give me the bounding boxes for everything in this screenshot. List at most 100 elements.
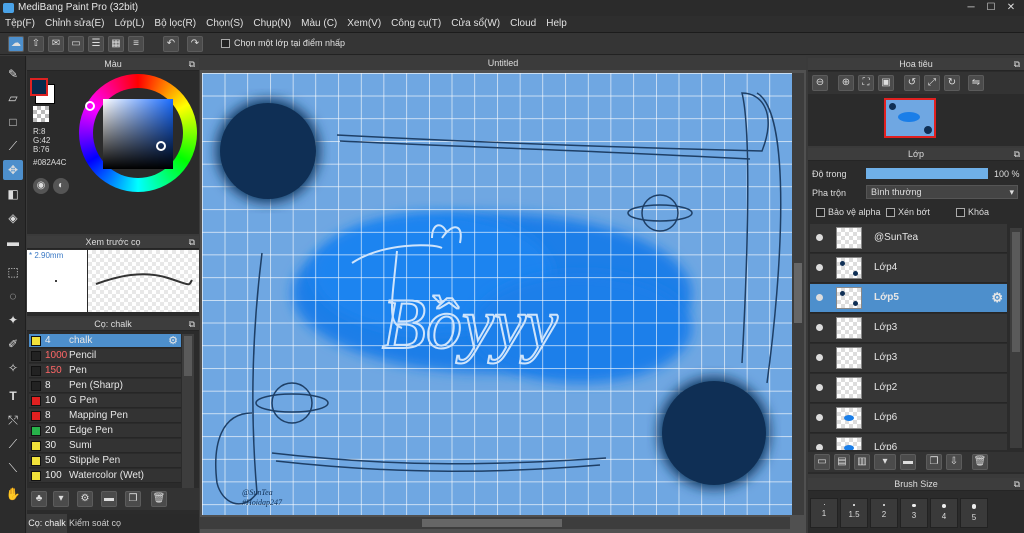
opacity-slider[interactable] — [866, 168, 988, 179]
foreground-color-swatch[interactable] — [30, 78, 48, 96]
brush-item[interactable]: 100 Watercolor (Wet) — [29, 469, 181, 483]
protect-alpha-checkbox[interactable] — [816, 208, 825, 217]
brush-item[interactable]: 150 Pen — [29, 364, 181, 378]
menu-view[interactable]: Xem(V) — [342, 16, 386, 31]
menu-edit[interactable]: Chỉnh sửa(E) — [40, 16, 110, 31]
brush-item[interactable]: 20 Edge Pen — [29, 424, 181, 438]
gradient-tool-icon[interactable]: ▬ — [3, 232, 23, 252]
visibility-icon[interactable] — [816, 324, 823, 331]
eyedropper-icon[interactable]: ⟋ — [3, 434, 23, 454]
menu-cloud[interactable]: Cloud — [505, 16, 541, 31]
layer-list-scrollbar[interactable] — [1010, 228, 1022, 448]
menu-help[interactable]: Help — [541, 16, 572, 31]
brush-options-icon[interactable]: ▾ — [53, 491, 69, 507]
move-tool-icon[interactable]: ✥ — [3, 160, 23, 180]
maximize-button[interactable]: ☐ — [984, 2, 998, 14]
minimize-button[interactable]: ─ — [964, 2, 978, 14]
select-layer-checkbox[interactable] — [221, 39, 230, 48]
tab-brush-control[interactable]: Kiểm soát cọ — [69, 514, 121, 533]
brush-item[interactable]: 10 G Pen — [29, 394, 181, 408]
upload-icon[interactable]: ⇧ — [28, 36, 44, 52]
lasso-tool-icon[interactable]: ◌ — [3, 286, 23, 306]
brush-size-option[interactable]: 1.5 — [840, 498, 868, 528]
fill-tool-icon[interactable]: ◈ — [3, 208, 23, 228]
color-settings-icon[interactable]: ◐ — [53, 178, 69, 194]
rectangle-tool-icon[interactable]: □ — [3, 112, 23, 132]
clipping-checkbox[interactable] — [886, 208, 895, 217]
layer-row[interactable]: Lớp5 ⚙ — [810, 284, 1007, 313]
list-icon[interactable]: ≡ — [128, 36, 144, 52]
layer-row[interactable]: Lớp2 — [810, 374, 1007, 403]
popout-icon[interactable]: ⧉ — [189, 236, 195, 249]
select-pen-icon[interactable]: ✐ — [3, 334, 23, 354]
menu-tools[interactable]: Công cụ(T) — [386, 16, 446, 31]
new-layer-1bit-icon[interactable]: ▥ — [854, 454, 870, 470]
merge-down-icon[interactable]: ⇩ — [946, 454, 962, 470]
operation-tool-icon[interactable]: ⤲ — [3, 410, 23, 430]
blend-select[interactable]: Bình thường ▾ — [866, 185, 1018, 199]
brush-size-option[interactable]: 5 — [960, 498, 988, 528]
layer-row[interactable]: Lớp3 — [810, 344, 1007, 373]
brush-list-scrollbar[interactable] — [182, 334, 194, 494]
saturation-square[interactable] — [103, 99, 173, 169]
document-icon[interactable]: ☰ — [88, 36, 104, 52]
brush-item[interactable]: 8 Pen (Sharp) — [29, 379, 181, 393]
popout-icon[interactable]: ⧉ — [189, 58, 195, 71]
flip-icon[interactable]: ⇋ — [968, 75, 984, 91]
brush-settings-icon[interactable]: ⚙ — [77, 491, 93, 507]
canvas-tab[interactable]: Untitled — [200, 56, 806, 70]
close-button[interactable]: ✕ — [1004, 2, 1018, 14]
delete-layer-icon[interactable]: 🗑 — [972, 454, 988, 470]
transparent-swatch[interactable] — [33, 106, 49, 122]
menu-filter[interactable]: Bộ lọc(R) — [149, 16, 201, 31]
pen-tool-icon[interactable]: ⟍ — [3, 458, 23, 478]
palette-icon[interactable]: ◉ — [33, 178, 49, 194]
menu-select[interactable]: Chọn(S) — [201, 16, 248, 31]
delete-brush-icon[interactable]: 🗑 — [151, 491, 167, 507]
brush-item[interactable]: 8 Mapping Pen — [29, 409, 181, 423]
popout-icon[interactable]: ⧉ — [1014, 58, 1020, 71]
text-tool-icon[interactable]: T — [3, 386, 23, 406]
gear-icon[interactable]: ⚙ — [991, 290, 1003, 306]
select-eraser-icon[interactable]: ✧ — [3, 358, 23, 378]
layer-row[interactable]: Lớp6 — [810, 434, 1007, 450]
popout-icon[interactable]: ⧉ — [1014, 148, 1020, 161]
rotate-left-icon[interactable]: ↺ — [904, 75, 920, 91]
new-layer-8bit-icon[interactable]: ▤ — [834, 454, 850, 470]
popout-icon[interactable]: ⧉ — [1014, 478, 1020, 491]
layer-row[interactable]: Lớp6 — [810, 404, 1007, 433]
navigator-thumbnail[interactable] — [884, 98, 936, 138]
new-layer-icon[interactable]: ▭ — [814, 454, 830, 470]
redo-button[interactable]: ↷ — [187, 36, 203, 52]
popout-icon[interactable]: ⧉ — [189, 318, 195, 331]
visibility-icon[interactable] — [816, 234, 823, 241]
menu-window[interactable]: Cửa sổ(W) — [446, 16, 505, 31]
visibility-icon[interactable] — [816, 384, 823, 391]
gear-icon[interactable]: ⚙ — [168, 334, 178, 347]
add-layer-menu-icon[interactable]: ▾ — [874, 454, 896, 470]
menu-file[interactable]: Tệp(F) — [0, 16, 40, 31]
fit-icon[interactable]: ⛶ — [858, 75, 874, 91]
brush-item[interactable]: 1000 Pencil — [29, 349, 181, 363]
artwork-canvas[interactable]: Bồyyy @SunTea #Hoidap247 — [202, 73, 792, 515]
layer-row[interactable]: Lớp4 — [810, 254, 1007, 283]
menu-color[interactable]: Màu (C) — [296, 16, 342, 31]
zoom-out-icon[interactable]: ⊖ — [812, 75, 828, 91]
layer-row[interactable]: @SunTea — [810, 224, 1007, 253]
shape-tool-icon[interactable]: ◧ — [3, 184, 23, 204]
grid-doc-icon[interactable]: ▦ — [108, 36, 124, 52]
brush-size-option[interactable]: 4 — [930, 498, 958, 528]
visibility-icon[interactable] — [816, 354, 823, 361]
rotate-right-icon[interactable]: ↻ — [944, 75, 960, 91]
lock-checkbox[interactable] — [956, 208, 965, 217]
brush-item[interactable]: 30 Sumi — [29, 439, 181, 453]
dot-tool-icon[interactable]: ⟋ — [3, 136, 23, 156]
duplicate-layer-icon[interactable]: ❐ — [926, 454, 942, 470]
visibility-icon[interactable] — [816, 444, 823, 450]
hand-tool-icon[interactable]: ✋ — [3, 484, 23, 504]
visibility-icon[interactable] — [816, 414, 823, 421]
zoom-in-icon[interactable]: ⊕ — [838, 75, 854, 91]
canvas-horizontal-scrollbar[interactable] — [200, 517, 790, 529]
cloud-icon[interactable]: ☁ — [8, 36, 24, 52]
menu-snap[interactable]: Chụp(N) — [248, 16, 296, 31]
